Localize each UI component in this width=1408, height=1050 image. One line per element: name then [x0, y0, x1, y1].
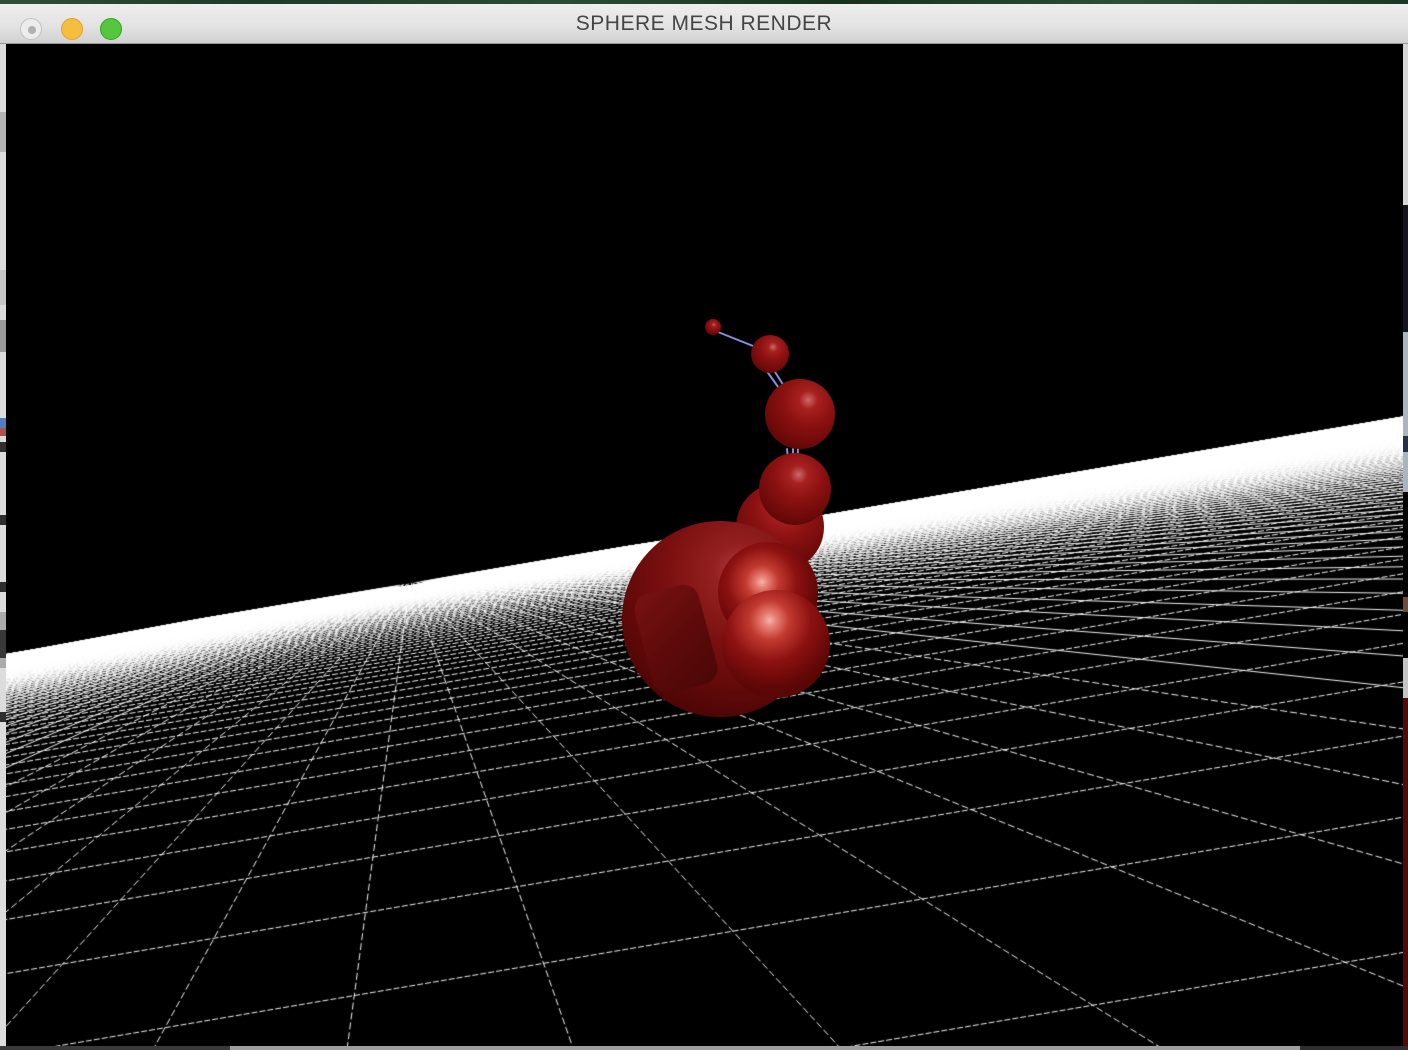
left-sliver-fragment — [0, 442, 6, 452]
right-sliver-segment — [1403, 44, 1408, 205]
right-sliver-segment — [1403, 597, 1408, 612]
left-sliver-fragment — [0, 582, 6, 592]
window-title: SPHERE MESH RENDER — [0, 4, 1408, 44]
right-sliver-segment — [1403, 492, 1408, 597]
background-window-right-sliver — [1403, 44, 1408, 1050]
neck-sphere-4 — [759, 453, 831, 525]
left-sliver-fragment — [0, 320, 6, 352]
neck-sphere-2 — [751, 335, 789, 373]
window-titlebar[interactable]: SPHERE MESH RENDER — [0, 4, 1408, 44]
right-sliver-segment — [1403, 658, 1408, 698]
bottom-sliver-segment — [230, 1046, 1300, 1050]
right-sliver-segment — [1403, 436, 1408, 452]
head-sphere — [705, 319, 721, 335]
screen: SPHERE MESH RENDER — [0, 0, 1408, 1050]
left-sliver-fragment — [0, 270, 6, 305]
render-viewport[interactable] — [6, 44, 1403, 1046]
right-sliver-segment — [1403, 612, 1408, 658]
left-sliver-fragment — [0, 630, 6, 658]
left-sliver-fragment — [0, 515, 6, 525]
right-sliver-segment — [1403, 698, 1408, 1050]
left-sliver-fragment — [0, 112, 6, 152]
left-sliver-fragment — [0, 712, 6, 722]
background-window-left-sliver — [0, 44, 6, 1046]
neck-sphere-3 — [765, 379, 835, 449]
left-sliver-fragment — [0, 428, 6, 436]
bottom-sliver-segment — [0, 1046, 230, 1050]
bottom-sliver-segment — [1300, 1046, 1408, 1050]
body-lobe-lower — [722, 590, 830, 698]
left-sliver-fragment — [0, 418, 6, 428]
background-window-bottom-sliver — [0, 1046, 1408, 1050]
right-sliver-segment — [1403, 205, 1408, 332]
right-sliver-segment — [1403, 332, 1408, 492]
